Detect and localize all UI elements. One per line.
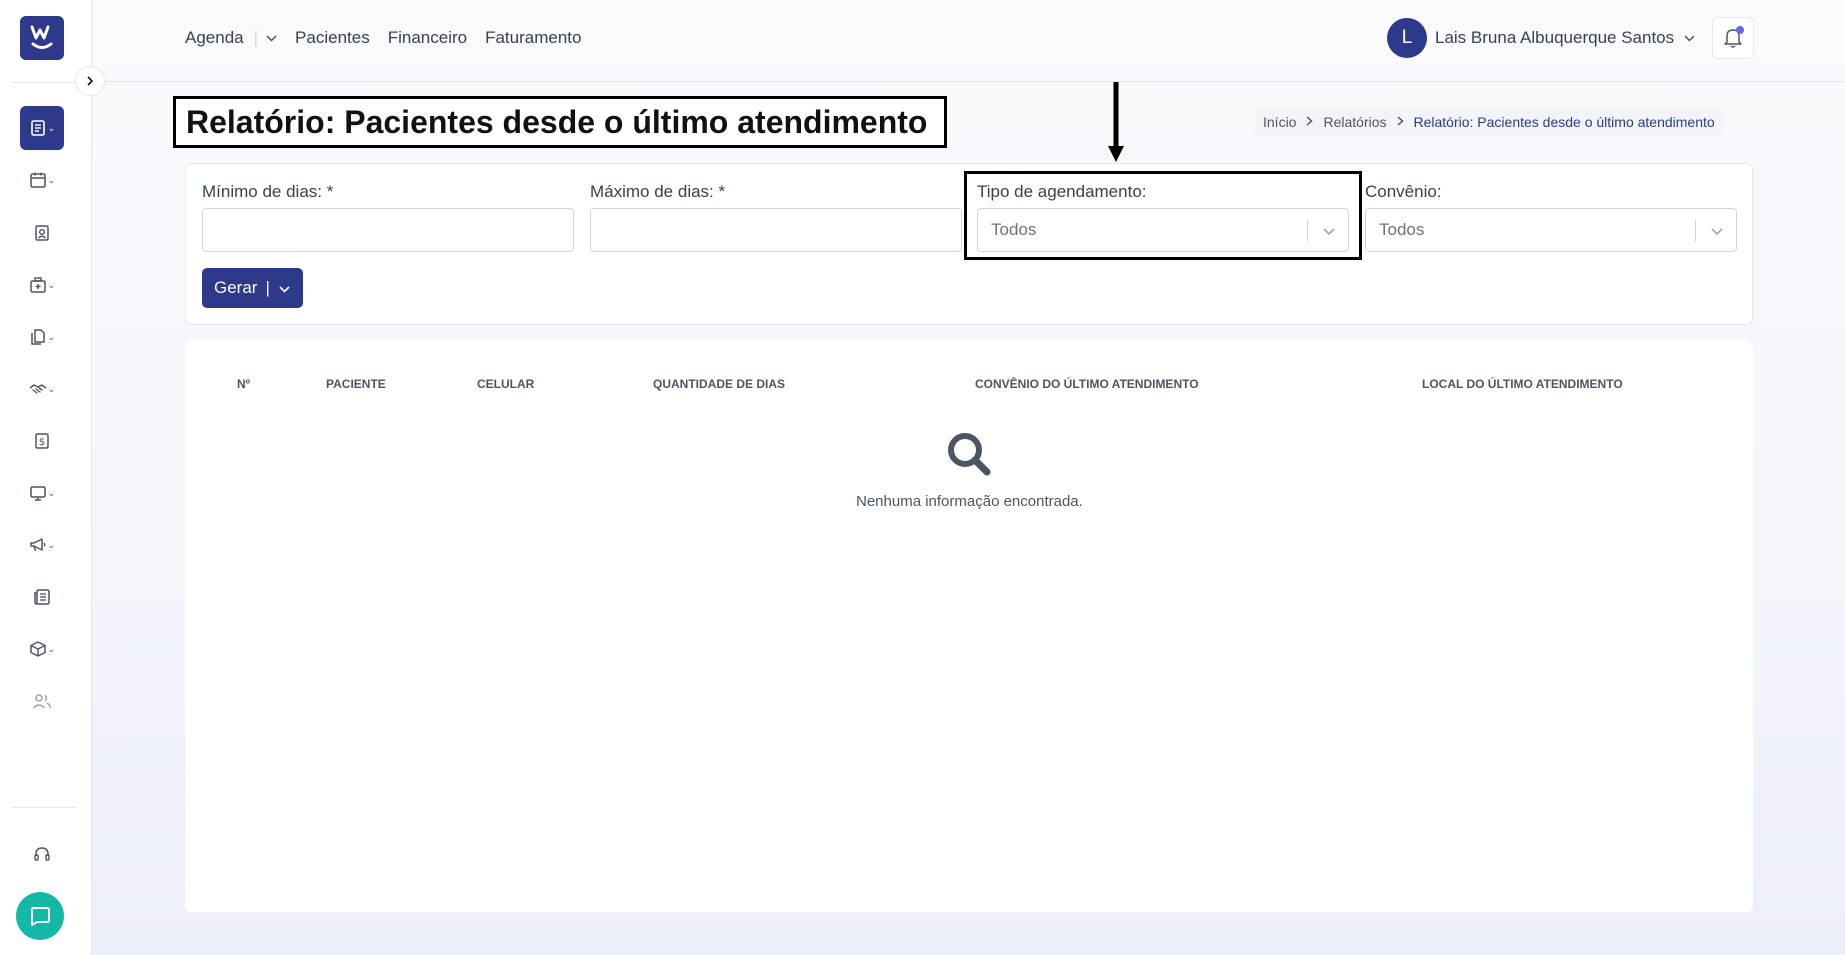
nav-financeiro[interactable]: Financeiro (388, 28, 467, 48)
chevron-down-icon: ⌄ (47, 487, 56, 498)
chevron-down-icon: ⌄ (47, 539, 56, 550)
nav-divider: | (253, 28, 259, 47)
breadcrumb-home[interactable]: Início (1263, 114, 1296, 130)
user-name: Lais Bruna Albuquerque Santos (1435, 28, 1675, 47)
min-days-input[interactable] (202, 208, 574, 252)
users-icon[interactable] (20, 679, 64, 723)
insurance-select[interactable]: Todos (1365, 208, 1737, 252)
documents-icon[interactable]: ⌄ (20, 315, 64, 359)
avatar: L (1387, 18, 1427, 58)
notifications-button[interactable] (1712, 17, 1754, 59)
min-days-label: Mínimo de dias: * (202, 182, 334, 201)
column-header-patient[interactable]: PACIENTE (326, 377, 386, 391)
monitor-icon[interactable]: ⌄ (20, 471, 64, 515)
chevron-down-icon[interactable] (279, 278, 290, 298)
chat-icon (31, 907, 50, 926)
generate-button[interactable]: Gerar | (202, 268, 303, 308)
breadcrumb-current: Relatório: Pacientes desde o último aten… (1413, 114, 1715, 130)
chevron-right-icon (1306, 115, 1314, 129)
sidebar-toggle-button[interactable] (75, 66, 105, 96)
chat-button[interactable] (16, 892, 64, 940)
chevron-down-icon: ⌄ (47, 279, 56, 290)
news-icon[interactable] (20, 575, 64, 619)
column-header-number[interactable]: Nº (237, 377, 250, 391)
chevron-down-icon (1684, 31, 1695, 45)
breadcrumb-reports[interactable]: Relatórios (1323, 114, 1386, 130)
page-title: Relatório: Pacientes desde o último aten… (186, 103, 928, 140)
handshake-icon[interactable]: ⌄ (20, 367, 64, 411)
calendar-icon[interactable]: ⌄ (20, 158, 64, 202)
sidebar: ⌄ ⌄ ⌄ ⌄ ⌄ $ ⌄ ⌄ ⌄ (0, 0, 92, 955)
user-menu[interactable]: L Lais Bruna Albuquerque Santos (1387, 18, 1695, 58)
generate-label: Gerar (214, 278, 258, 297)
results-table (185, 341, 1753, 912)
medical-kit-icon[interactable]: ⌄ (20, 263, 64, 307)
page-title-highlight: Relatório: Pacientes desde o último aten… (173, 96, 947, 148)
patient-icon[interactable] (20, 211, 64, 255)
top-nav: Agenda | Pacientes Financeiro Faturament… (185, 28, 581, 48)
top-bar: Agenda | Pacientes Financeiro Faturament… (92, 0, 1845, 82)
search-icon (948, 433, 991, 476)
chevron-right-icon (1397, 115, 1404, 129)
column-header-days[interactable]: QUANTIDADE DE DIAS (653, 377, 785, 391)
megaphone-icon[interactable]: ⌄ (20, 523, 64, 567)
insurance-value: Todos (1379, 220, 1425, 239)
billing-icon[interactable]: $ (20, 419, 64, 463)
notification-dot (1736, 26, 1744, 34)
chevron-down-icon (1710, 223, 1724, 243)
button-divider: | (265, 278, 270, 297)
chevron-down-icon: ⌄ (47, 331, 56, 342)
nav-faturamento[interactable]: Faturamento (485, 28, 581, 48)
max-days-label: Máximo de dias: * (590, 182, 726, 201)
scheduling-type-highlight (964, 171, 1362, 260)
nav-agenda[interactable]: Agenda (185, 28, 244, 48)
insurance-label: Convênio: (1365, 182, 1442, 201)
chevron-down-icon: ⌄ (47, 122, 56, 133)
sidebar-divider (12, 82, 76, 83)
package-icon[interactable]: ⌄ (20, 627, 64, 671)
reports-icon[interactable]: ⌄ (20, 106, 64, 150)
sidebar-divider (12, 807, 76, 808)
max-days-input[interactable] (590, 208, 962, 252)
empty-state-message: Nenhuma informação encontrada. (856, 493, 1083, 510)
breadcrumb: Início Relatórios Relatório: Pacientes d… (1255, 107, 1723, 137)
chevron-down-icon: ⌄ (47, 174, 56, 185)
chevron-right-icon (87, 76, 94, 86)
select-divider (1695, 220, 1696, 242)
headset-icon[interactable] (20, 832, 64, 876)
column-header-last-insurance[interactable]: CONVÊNIO DO ÚLTIMO ATENDIMENTO (975, 377, 1199, 391)
chevron-down-icon: ⌄ (47, 643, 56, 654)
column-header-last-location[interactable]: LOCAL DO ÚLTIMO ATENDIMENTO (1422, 377, 1623, 391)
chevron-down-icon[interactable] (266, 31, 277, 45)
annotation-arrow (1108, 82, 1124, 162)
app-logo[interactable] (20, 16, 64, 60)
nav-pacientes[interactable]: Pacientes (295, 28, 370, 48)
chevron-down-icon: ⌄ (47, 383, 56, 394)
svg-text:$: $ (39, 437, 45, 448)
column-header-phone[interactable]: CELULAR (477, 377, 534, 391)
